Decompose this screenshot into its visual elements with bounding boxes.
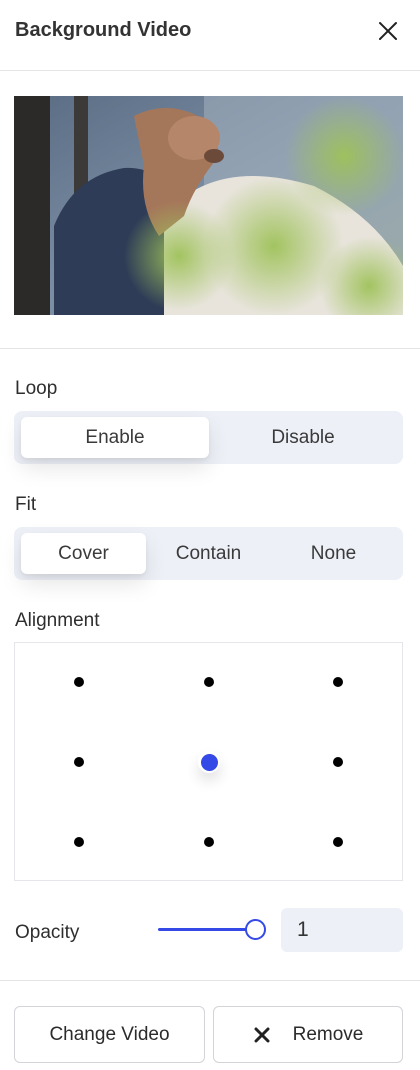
change-video-label: Change Video [49, 1023, 170, 1045]
close-button[interactable] [372, 18, 404, 46]
opacity-slider-thumb[interactable] [245, 919, 266, 940]
align-center-left[interactable] [68, 751, 90, 773]
loop-disable-option[interactable]: Disable [210, 417, 396, 458]
divider [0, 980, 420, 981]
align-bottom-left[interactable] [68, 831, 90, 853]
loop-segmented-control: Enable Disable [14, 411, 403, 464]
align-center-right[interactable] [327, 751, 349, 773]
opacity-slider-track [158, 928, 254, 931]
panel-header: Background Video [0, 0, 420, 71]
loop-label: Loop [15, 378, 58, 399]
fit-contain-option[interactable]: Contain [146, 533, 271, 574]
fit-label: Fit [15, 494, 37, 515]
fit-cover-option[interactable]: Cover [21, 533, 146, 574]
alignment-grid [14, 642, 403, 881]
alignment-label: Alignment [15, 610, 100, 631]
loop-enable-option[interactable]: Enable [21, 417, 209, 458]
align-center[interactable] [198, 751, 220, 773]
video-preview [14, 96, 403, 315]
opacity-input[interactable] [281, 908, 403, 952]
fit-none-option[interactable]: None [271, 533, 396, 574]
panel-title: Background Video [15, 19, 192, 41]
close-icon [254, 1027, 270, 1042]
remove-label: Remove [292, 1023, 364, 1045]
opacity-slider[interactable] [158, 916, 268, 942]
divider [0, 348, 420, 349]
video-thumbnail [14, 96, 403, 315]
opacity-label: Opacity [15, 922, 80, 943]
change-video-button[interactable]: Change Video [14, 1006, 205, 1063]
align-top-right[interactable] [327, 671, 349, 693]
align-bottom-center[interactable] [198, 831, 220, 853]
align-top-left[interactable] [68, 671, 90, 693]
fit-segmented-control: Cover Contain None [14, 527, 403, 580]
align-bottom-right[interactable] [327, 831, 349, 853]
remove-button[interactable]: Remove [213, 1006, 403, 1063]
close-icon [379, 22, 397, 40]
align-top-center[interactable] [198, 671, 220, 693]
